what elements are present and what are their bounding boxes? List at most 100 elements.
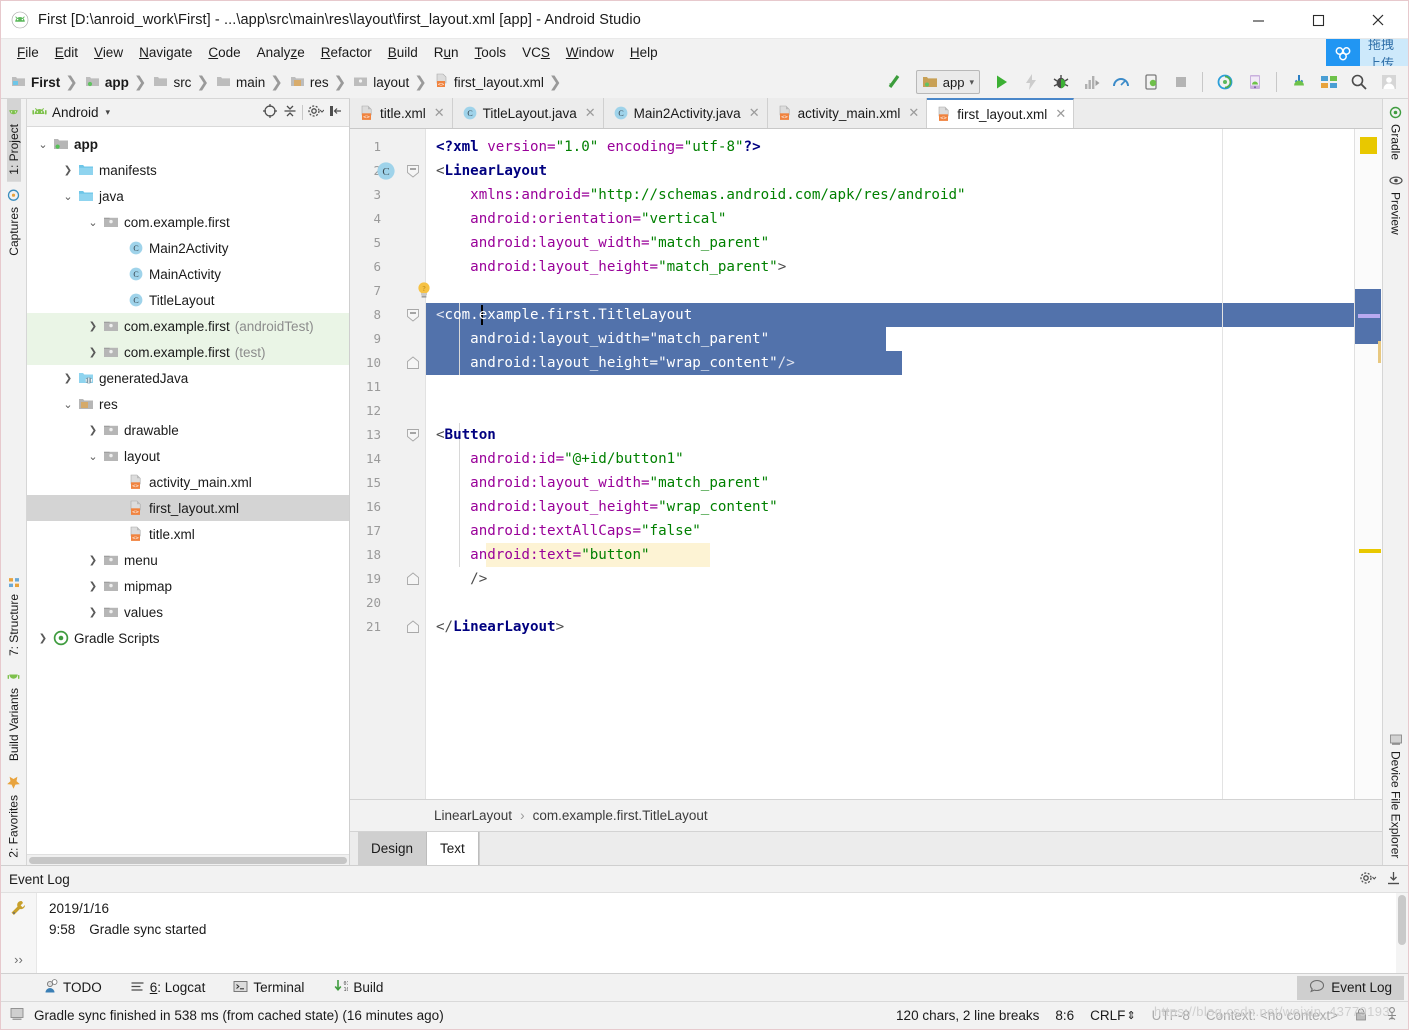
- sidebar-item-favorites[interactable]: 2: Favorites: [6, 768, 21, 865]
- tree-node[interactable]: ⌄ java: [27, 183, 349, 209]
- menu-view[interactable]: View: [86, 42, 131, 63]
- maximize-button[interactable]: [1288, 1, 1348, 39]
- tree-node[interactable]: ❯ manifests: [27, 157, 349, 183]
- scrollbar-thumb[interactable]: [29, 857, 347, 864]
- close-icon[interactable]: ✕: [585, 105, 596, 121]
- menu-navigate[interactable]: Navigate: [131, 42, 200, 63]
- fold-end-icon[interactable]: [406, 572, 420, 589]
- tree-node[interactable]: ❯ com.example.first (androidTest): [27, 313, 349, 339]
- chevron-right-icon[interactable]: ❯: [85, 581, 101, 592]
- chevron-right-icon[interactable]: ❯: [35, 633, 51, 644]
- tree-node[interactable]: ❯ menu: [27, 547, 349, 573]
- breadcrumb-item-file[interactable]: <> first_layout.xml: [432, 72, 545, 92]
- search-everywhere-icon[interactable]: [1345, 69, 1372, 96]
- event-log-toggle-button[interactable]: Event Log: [1297, 975, 1404, 1000]
- sidebar-item-gradle[interactable]: Gradle: [1389, 99, 1403, 167]
- status-line-separator[interactable]: CRLF ⇕: [1090, 1008, 1135, 1023]
- editor-gutter[interactable]: 1 2 3 4 5 6 7 8 9 10 11 12 13 14 15 16 17 18 19 20 21 C?: [350, 129, 430, 799]
- editor-tab[interactable]: <> title.xml ✕: [350, 98, 453, 128]
- project-structure-icon[interactable]: [1315, 69, 1342, 96]
- breadcrumb-titlelayout[interactable]: com.example.first.TitleLayout: [533, 808, 708, 823]
- fold-end-icon[interactable]: [406, 356, 420, 373]
- fold-collapse-icon[interactable]: [406, 164, 420, 181]
- close-icon[interactable]: ✕: [908, 105, 919, 121]
- tree-node[interactable]: ❯ generatedJava: [27, 365, 349, 391]
- close-icon[interactable]: ✕: [434, 105, 445, 121]
- editor-tab[interactable]: <> first_layout.xml ✕: [927, 98, 1075, 128]
- chevron-right-icon[interactable]: ❯: [85, 347, 101, 358]
- sidebar-item-build-variants[interactable]: Build Variants: [7, 663, 21, 768]
- project-tree-hscrollbar[interactable]: [27, 854, 349, 865]
- chevron-down-icon[interactable]: ⌄: [60, 398, 76, 411]
- collapse-all-icon[interactable]: [282, 103, 298, 122]
- chevron-right-icon[interactable]: ❯: [85, 321, 101, 332]
- tab-text[interactable]: Text: [427, 832, 479, 865]
- tree-node[interactable]: <> activity_main.xml: [27, 469, 349, 495]
- close-icon[interactable]: ✕: [1055, 106, 1066, 122]
- menu-analyze[interactable]: Analyze: [249, 42, 313, 63]
- status-context[interactable]: Context: <no context>: [1206, 1008, 1338, 1023]
- sidebar-item-preview[interactable]: Preview: [1389, 167, 1403, 242]
- chevron-right-icon[interactable]: ❯: [85, 555, 101, 566]
- tab-design[interactable]: Design: [358, 832, 428, 865]
- chevron-down-icon[interactable]: ▾: [106, 107, 111, 118]
- status-encoding[interactable]: UTF-8: [1152, 1008, 1190, 1023]
- tree-node[interactable]: ⌄ layout: [27, 443, 349, 469]
- sync-gradle-icon[interactable]: [1211, 69, 1238, 96]
- marker-highlight[interactable]: [1359, 549, 1381, 553]
- sidebar-item-project[interactable]: 1: Project: [6, 99, 21, 182]
- status-caret-position[interactable]: 8:6: [1055, 1008, 1074, 1023]
- tree-node[interactable]: <> first_layout.xml: [27, 495, 349, 521]
- editor-tab[interactable]: <> activity_main.xml ✕: [767, 98, 928, 128]
- apply-changes-icon[interactable]: [1017, 69, 1044, 96]
- editor-tab[interactable]: C TitleLayout.java ✕: [452, 98, 604, 128]
- chevron-down-icon[interactable]: ⌄: [85, 216, 101, 229]
- chevron-right-icon[interactable]: ❯: [60, 165, 76, 176]
- breadcrumb-item-main[interactable]: main: [214, 73, 266, 92]
- attach-debugger-icon[interactable]: [1137, 69, 1164, 96]
- breadcrumb-item-res[interactable]: res: [288, 73, 330, 92]
- marker-warning[interactable]: [1360, 137, 1377, 154]
- bottom-tab-terminal[interactable]: Terminal: [219, 979, 318, 997]
- menu-tools[interactable]: Tools: [467, 42, 515, 63]
- tree-node[interactable]: ❯ Gradle Scripts: [27, 625, 349, 651]
- tree-node[interactable]: C MainActivity: [27, 261, 349, 287]
- close-icon[interactable]: ✕: [749, 105, 760, 121]
- run-to-cursor-icon[interactable]: [1077, 69, 1104, 96]
- profiler-icon[interactable]: [1107, 69, 1134, 96]
- run-configuration-selector[interactable]: app ▾: [915, 70, 980, 94]
- sdk-manager-icon[interactable]: [1285, 69, 1312, 96]
- tree-node[interactable]: ❯ mipmap: [27, 573, 349, 599]
- sidebar-item-device-file-explorer[interactable]: Device File Explorer: [1389, 726, 1403, 865]
- chevron-down-icon[interactable]: ⌄: [60, 190, 76, 203]
- fold-collapse-icon[interactable]: [406, 428, 420, 445]
- breadcrumb-item-project[interactable]: First: [9, 73, 61, 92]
- tree-node[interactable]: ⌄ com.example.first: [27, 209, 349, 235]
- menu-run[interactable]: Run: [426, 42, 467, 63]
- project-tree[interactable]: ⌄ app ❯ manifests ⌄ java ⌄ com.example.first C Ma…: [27, 127, 349, 854]
- target-icon[interactable]: [262, 103, 278, 122]
- tree-node[interactable]: ⌄ app: [27, 131, 349, 157]
- menu-code[interactable]: Code: [200, 42, 248, 63]
- tree-node[interactable]: ⌄ res: [27, 391, 349, 417]
- sidebar-item-captures[interactable]: Captures: [7, 182, 21, 263]
- breadcrumb-item-layout[interactable]: layout: [351, 73, 410, 92]
- tree-node[interactable]: ❯ com.example.first (test): [27, 339, 349, 365]
- baidu-netdisk-badge[interactable]: 拖拽上传: [1326, 39, 1408, 66]
- tree-node[interactable]: <> title.xml: [27, 521, 349, 547]
- status-lock-icon[interactable]: [1354, 1007, 1368, 1025]
- menu-help[interactable]: Help: [622, 42, 666, 63]
- menu-file[interactable]: File: [9, 42, 47, 63]
- chevron-down-icon[interactable]: ⌄: [85, 450, 101, 463]
- tree-node[interactable]: ❯ values: [27, 599, 349, 625]
- debug-icon[interactable]: [1047, 69, 1074, 96]
- fold-collapse-icon[interactable]: [406, 308, 420, 325]
- menu-vcs[interactable]: VCS: [514, 42, 558, 63]
- sidebar-item-structure[interactable]: 7: Structure: [7, 569, 21, 663]
- bottom-tab-build[interactable]: 0110 Build: [318, 979, 397, 997]
- chevron-down-icon[interactable]: ⌄: [35, 138, 51, 151]
- tree-node[interactable]: C TitleLayout: [27, 287, 349, 313]
- close-button[interactable]: [1348, 1, 1408, 39]
- scrollbar-thumb[interactable]: [1398, 895, 1406, 945]
- editor-tab[interactable]: C Main2Activity.java ✕: [603, 98, 768, 128]
